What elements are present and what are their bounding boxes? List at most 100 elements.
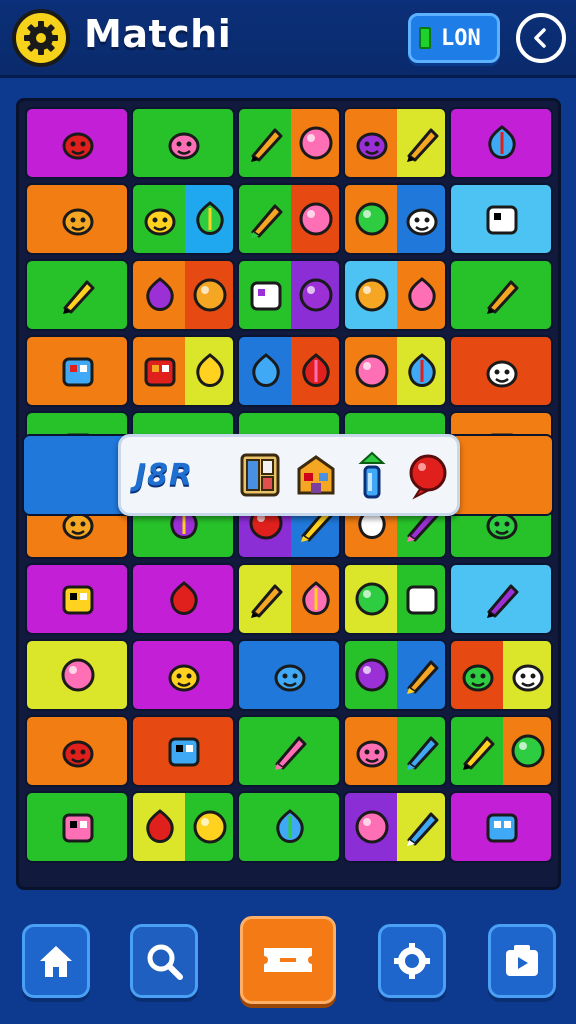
board-tile[interactable] xyxy=(449,715,553,787)
board-tile[interactable] xyxy=(343,639,447,711)
board-tile[interactable] xyxy=(25,639,129,711)
flame-icon xyxy=(269,654,311,696)
board-tile[interactable] xyxy=(343,259,447,331)
back-button[interactable] xyxy=(516,13,566,63)
board-tile[interactable] xyxy=(343,335,447,407)
s-badge-icon xyxy=(507,730,549,772)
board-tile[interactable] xyxy=(343,715,447,787)
question-box-icon xyxy=(401,198,443,240)
board-tile[interactable] xyxy=(237,183,341,255)
board-tile[interactable] xyxy=(343,563,447,635)
board-tile[interactable] xyxy=(449,639,553,711)
face-celery-icon xyxy=(351,122,393,164)
bell-hook-icon xyxy=(245,578,287,620)
home-button[interactable] xyxy=(22,924,90,998)
board-tile[interactable] xyxy=(237,259,341,331)
pencil-key-icon xyxy=(295,274,337,316)
board-tile[interactable] xyxy=(343,791,447,863)
treasure-box-icon xyxy=(481,274,523,316)
red-ball-icon[interactable] xyxy=(405,449,451,501)
board-tile[interactable] xyxy=(131,335,235,407)
settings-button[interactable] xyxy=(378,924,446,998)
board-tile[interactable] xyxy=(343,183,447,255)
bell-hook-icon xyxy=(295,578,337,620)
turtle-icon xyxy=(401,578,443,620)
radish-icon xyxy=(57,578,99,620)
board-tile[interactable] xyxy=(25,715,129,787)
board-tile[interactable] xyxy=(25,335,129,407)
board-tile[interactable] xyxy=(131,107,235,179)
app-title: Matchi xyxy=(84,12,232,56)
board-tile[interactable] xyxy=(25,107,129,179)
pencil-key-icon xyxy=(245,274,287,316)
match-band-right xyxy=(456,436,552,514)
board-tile[interactable] xyxy=(25,259,129,331)
match-band-left xyxy=(24,436,120,514)
bottle-icon[interactable] xyxy=(349,449,395,501)
board-tile[interactable] xyxy=(131,259,235,331)
onion-icon xyxy=(57,274,99,316)
board-tile[interactable] xyxy=(237,335,341,407)
home-icon xyxy=(40,946,72,977)
board-tile[interactable] xyxy=(131,715,235,787)
board-tile[interactable] xyxy=(449,259,553,331)
gear-logo[interactable] xyxy=(12,9,70,67)
search-icon xyxy=(147,944,183,980)
yellow-marker-icon xyxy=(269,806,311,848)
board-tile[interactable] xyxy=(237,639,341,711)
camera-box-icon xyxy=(506,945,538,976)
board-tile[interactable] xyxy=(237,791,341,863)
board-tile[interactable] xyxy=(131,183,235,255)
robot-icon xyxy=(189,274,231,316)
board-tile[interactable] xyxy=(131,791,235,863)
board-tile[interactable] xyxy=(449,563,553,635)
arrow-sparkle-icon xyxy=(351,654,393,696)
board-tile[interactable] xyxy=(25,563,129,635)
piano-ball-icon xyxy=(57,350,99,392)
board-tile[interactable] xyxy=(131,563,235,635)
board-tile[interactable] xyxy=(25,183,129,255)
settings-badge-icon xyxy=(394,943,430,979)
flower-bottle-icon xyxy=(401,350,443,392)
media-button[interactable] xyxy=(488,924,556,998)
board-tile[interactable] xyxy=(449,791,553,863)
status-toggle-button[interactable]: LON xyxy=(408,13,500,63)
flower-critter-icon xyxy=(57,198,99,240)
board-tile[interactable] xyxy=(449,335,553,407)
s-badge-icon xyxy=(457,730,499,772)
house-box-icon[interactable] xyxy=(293,449,339,501)
dice-critter-icon xyxy=(163,654,205,696)
white-ball-icon xyxy=(163,730,205,772)
orange-fruit-icon xyxy=(245,198,287,240)
red-marker-icon xyxy=(57,730,99,772)
board-tile[interactable] xyxy=(449,183,553,255)
orange-mic-icon xyxy=(57,654,99,696)
board-tile[interactable] xyxy=(237,715,341,787)
face-celery-icon xyxy=(401,122,443,164)
purple-marker-icon xyxy=(295,350,337,392)
play-ticket-button[interactable] xyxy=(240,916,336,1004)
board-tile[interactable] xyxy=(25,791,129,863)
camera-icon xyxy=(351,274,393,316)
bottom-nav xyxy=(0,900,576,1024)
leaf-icon xyxy=(57,122,99,164)
board-tile[interactable] xyxy=(237,107,341,179)
cabinet-icon[interactable] xyxy=(237,449,283,501)
match-panel: J8R xyxy=(118,434,460,516)
purple-box-icon xyxy=(481,578,523,620)
pin-x-icon xyxy=(351,806,393,848)
board-tile[interactable] xyxy=(449,107,553,179)
board-tile[interactable] xyxy=(237,563,341,635)
status-label: LON xyxy=(441,25,481,51)
board-tile[interactable] xyxy=(343,107,447,179)
pin-cabinet-icon xyxy=(401,730,443,772)
pin-x-icon xyxy=(401,806,443,848)
star-badge-icon xyxy=(163,122,205,164)
cheese-icon xyxy=(481,198,523,240)
search-button[interactable] xyxy=(130,924,198,998)
chevron-left-icon xyxy=(534,28,546,48)
smiley-icon xyxy=(189,198,231,240)
heart-bottle-icon xyxy=(245,122,287,164)
board-tile[interactable] xyxy=(131,639,235,711)
red-pepper-icon xyxy=(139,350,181,392)
